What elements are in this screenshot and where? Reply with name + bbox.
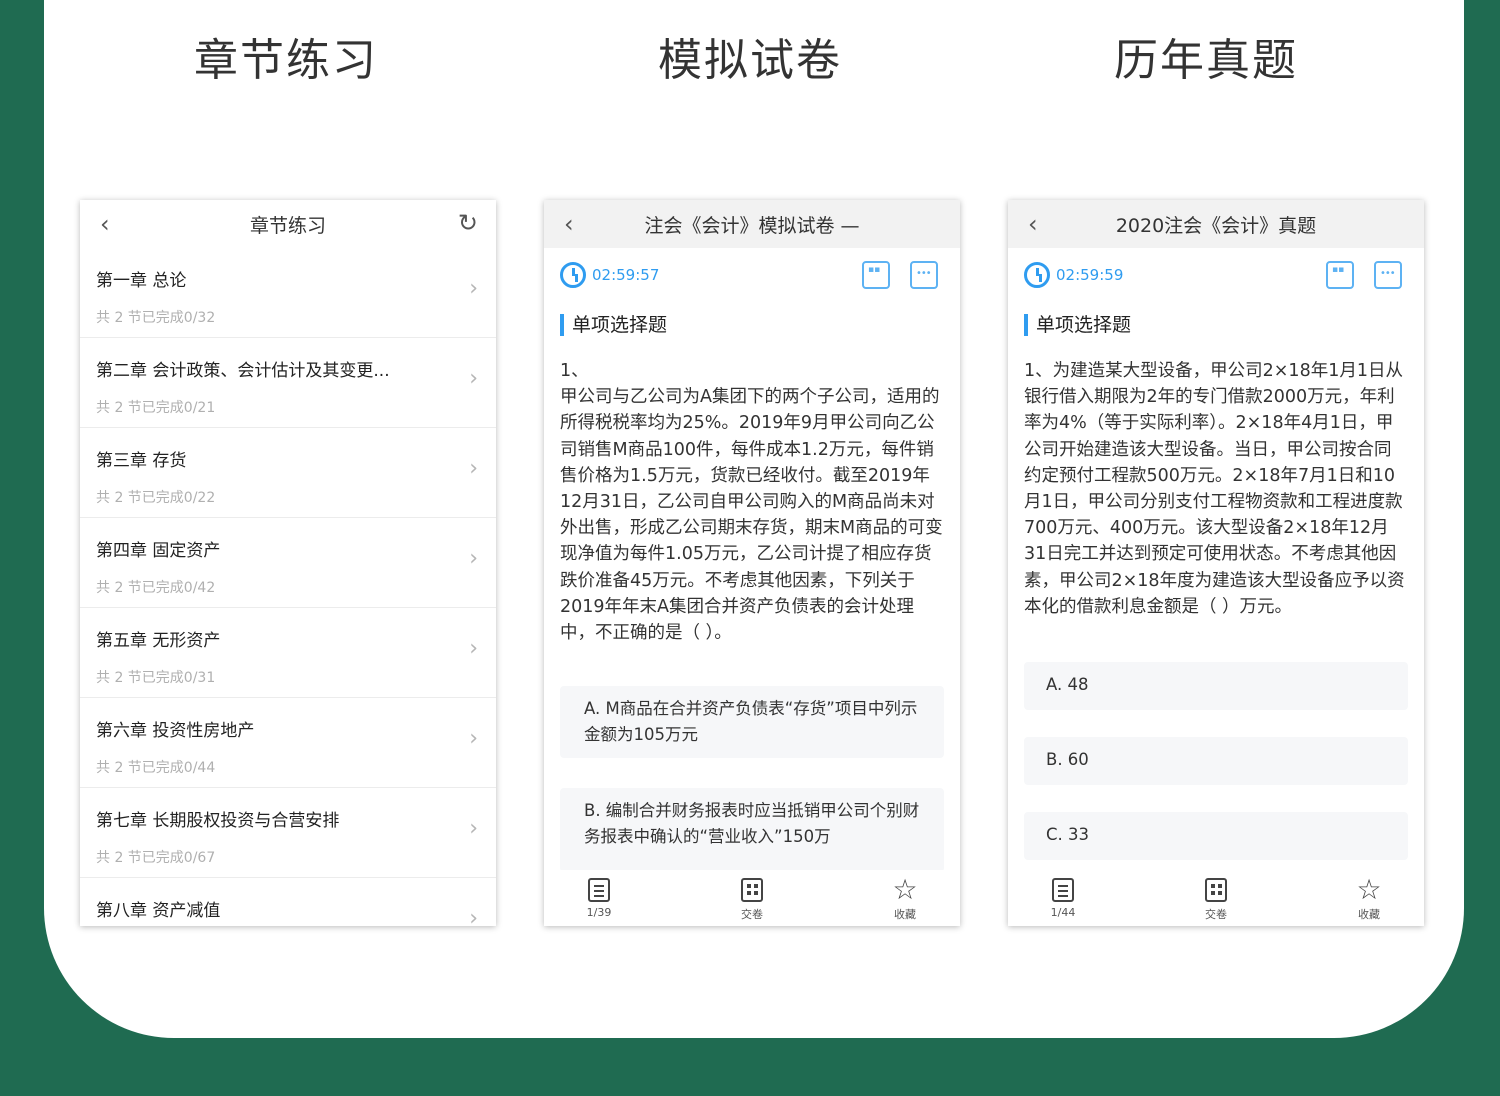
back-icon[interactable]: ‹ <box>100 210 110 238</box>
list-item[interactable]: 第二章 会计政策、会计估计及其变更... 共 2 节已完成0/21 › <box>80 338 496 428</box>
tab-label: 收藏 <box>894 908 916 921</box>
chapter-title: 第四章 固定资产 <box>96 541 221 561</box>
submit-grid-icon <box>741 878 763 902</box>
phone-chapter-practice: ‹ 章节练习 ↻ 第一章 总论 共 2 节已完成0/32 › 第二章 会计政策、… <box>80 200 496 926</box>
refresh-icon[interactable]: ↻ <box>458 209 478 237</box>
bottom-toolbar: 1/39 交卷 ☆ 收藏 <box>544 870 960 926</box>
timer-row: 02:59:57 <box>544 248 960 302</box>
chevron-right-icon: › <box>469 276 478 301</box>
phone-mock-exam: ‹ 注会《会计》模拟试卷 — 02:59:57 单项选择题 1、 甲公司与乙公司… <box>544 200 960 926</box>
question-text: 1、为建造某大型设备，甲公司2×18年1月1日从银行借入期限为2年的专门借款20… <box>1024 361 1405 617</box>
page-title: 注会《会计》模拟试卷 — <box>644 214 860 237</box>
chapter-title: 第六章 投资性房地产 <box>96 721 255 741</box>
question-text: 1、 甲公司与乙公司为A集团下的两个子公司，适用的所得税税率均为25%。2019… <box>560 361 943 644</box>
tab-label: 1/44 <box>1050 906 1076 919</box>
alarm-clock-icon <box>1024 262 1050 288</box>
chevron-right-icon: › <box>469 456 478 481</box>
option-b[interactable]: B. 编制合并财务报表时应当抵销甲公司个别财务报表中确认的“营业收入”150万 <box>560 788 944 873</box>
page-title: 章节练习 <box>249 214 326 237</box>
top-bar: ‹ 2020注会《会计》真题 <box>1008 200 1424 248</box>
answer-card-icon[interactable] <box>1326 261 1354 289</box>
top-bar: ‹ 章节练习 ↻ <box>80 200 496 248</box>
phone-past-exams: ‹ 2020注会《会计》真题 02:59:59 单项选择题 1、为建造某大型设备… <box>1008 200 1424 926</box>
chapter-progress: 共 2 节已完成0/22 <box>96 490 216 506</box>
more-icon[interactable] <box>1374 261 1402 289</box>
feature-label: 章节练习 <box>194 35 378 86</box>
chapter-title: 第一章 总论 <box>96 271 187 291</box>
chevron-right-icon: › <box>469 366 478 391</box>
list-item[interactable]: 第一章 总论 共 2 节已完成0/32 › <box>80 248 496 338</box>
chapter-title: 第五章 无形资产 <box>96 631 221 651</box>
option-a[interactable]: A. 48 <box>1024 662 1408 711</box>
chapter-title: 第三章 存货 <box>96 451 187 471</box>
list-item[interactable]: 第七章 长期股权投资与合营安排 共 2 节已完成0/67 › <box>80 788 496 878</box>
option-b[interactable]: B. 60 <box>1024 737 1408 786</box>
alarm-clock-icon <box>560 262 586 288</box>
submit-grid-icon <box>1205 878 1227 902</box>
answer-card-icon[interactable] <box>862 261 890 289</box>
chapter-title: 第七章 长期股权投资与合营安排 <box>96 811 340 831</box>
clipboard-icon <box>588 878 610 902</box>
submit-tab[interactable]: 交卷 <box>1191 876 1241 926</box>
option-c[interactable]: C. 33 <box>1024 812 1408 861</box>
submit-tab[interactable]: 交卷 <box>727 876 777 926</box>
list-item[interactable]: 第八章 资产减值 › <box>80 878 496 926</box>
chevron-right-icon: › <box>469 546 478 571</box>
star-icon: ☆ <box>1356 873 1382 906</box>
clipboard-icon <box>1052 878 1074 902</box>
tab-label: 交卷 <box>1205 908 1227 921</box>
favorite-tab[interactable]: ☆ 收藏 <box>880 876 930 926</box>
countdown-timer: 02:59:59 <box>1056 266 1124 284</box>
chapter-list: 第一章 总论 共 2 节已完成0/32 › 第二章 会计政策、会计估计及其变更.… <box>80 248 496 926</box>
bottom-toolbar: 1/44 交卷 ☆ 收藏 <box>1008 870 1424 926</box>
chapter-title: 第二章 会计政策、会计估计及其变更... <box>96 361 390 381</box>
timer-row: 02:59:59 <box>1008 248 1424 302</box>
chapter-progress: 共 2 节已完成0/21 <box>96 400 216 416</box>
chapter-progress: 共 2 节已完成0/44 <box>96 760 216 776</box>
option-a[interactable]: A. M商品在合并资产负债表“存货”项目中列示金额为105万元 <box>560 686 944 759</box>
feature-label: 历年真题 <box>1114 35 1298 86</box>
chapter-progress: 共 2 节已完成0/32 <box>96 310 216 326</box>
back-icon[interactable]: ‹ <box>1028 210 1038 238</box>
tab-label: 收藏 <box>1358 908 1380 921</box>
chevron-right-icon: › <box>469 636 478 661</box>
chevron-right-icon: › <box>469 906 478 926</box>
chevron-right-icon: › <box>469 816 478 841</box>
list-item[interactable]: 第六章 投资性房地产 共 2 节已完成0/44 › <box>80 698 496 788</box>
chapter-progress: 共 2 节已完成0/31 <box>96 670 216 686</box>
question-index-tab[interactable]: 1/39 <box>574 876 624 926</box>
section-title: 单项选择题 <box>560 314 944 336</box>
favorite-tab[interactable]: ☆ 收藏 <box>1344 876 1394 926</box>
tab-label: 交卷 <box>741 908 763 921</box>
countdown-timer: 02:59:57 <box>592 266 660 284</box>
back-icon[interactable]: ‹ <box>564 210 574 238</box>
list-item[interactable]: 第四章 固定资产 共 2 节已完成0/42 › <box>80 518 496 608</box>
chapter-progress: 共 2 节已完成0/42 <box>96 580 216 596</box>
page-title: 2020注会《会计》真题 <box>1115 214 1317 237</box>
tab-label: 1/39 <box>586 906 612 919</box>
more-icon[interactable] <box>910 261 938 289</box>
feature-label: 模拟试卷 <box>658 35 842 86</box>
top-bar: ‹ 注会《会计》模拟试卷 — <box>544 200 960 248</box>
list-item[interactable]: 第五章 无形资产 共 2 节已完成0/31 › <box>80 608 496 698</box>
section-title: 单项选择题 <box>1024 314 1408 336</box>
chapter-title: 第八章 资产减值 <box>96 901 221 921</box>
list-item[interactable]: 第三章 存货 共 2 节已完成0/22 › <box>80 428 496 518</box>
star-icon: ☆ <box>892 873 918 906</box>
chapter-progress: 共 2 节已完成0/67 <box>96 850 216 866</box>
question-index-tab[interactable]: 1/44 <box>1038 876 1088 926</box>
chevron-right-icon: › <box>469 726 478 751</box>
